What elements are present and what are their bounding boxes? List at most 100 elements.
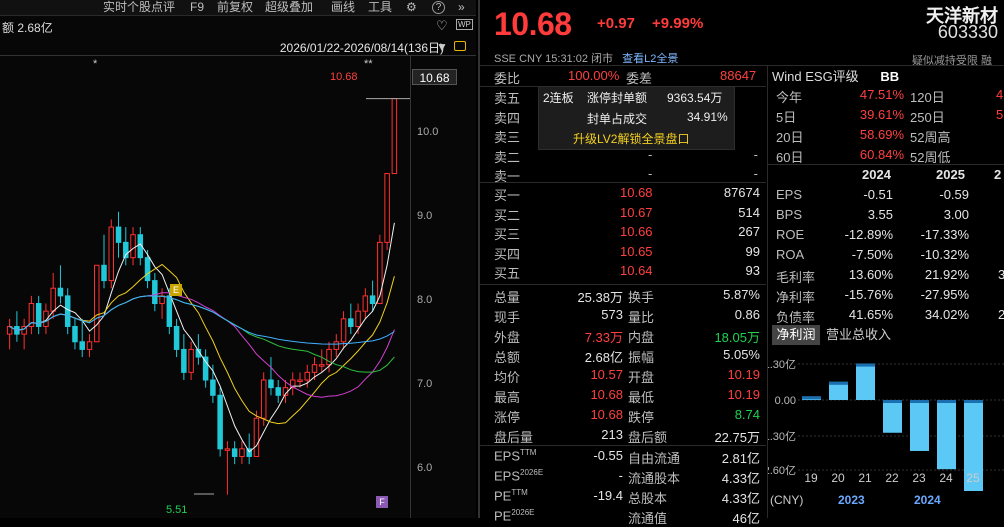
tab-revenue[interactable]: 营业总收入 [826,325,891,345]
expand-icon[interactable]: » [458,0,465,15]
settings-icon[interactable]: ⚙ [406,0,417,15]
seal-label: 涨停封单额 [587,91,648,105]
fund-label: 流通股本 [628,471,681,486]
mini-bar [883,400,902,433]
metric-value: -17.33% [920,227,969,242]
lock-icon[interactable] [454,41,466,51]
price-tick: 6.0 [417,462,433,474]
current-price-tag: 10.68 [412,69,457,85]
mini-x-tick: 23 [912,471,926,485]
buy-level-volume: 93 [745,263,760,278]
metric-value: 21.92% [924,267,969,282]
period-return: 58.69% [859,127,904,142]
esg-rating-value: BB [880,69,900,84]
fund-value: -0.55 [593,448,623,463]
l2-panel[interactable]: 2连板 涨停封单额 9363.54万 封单占成交 34.91% 升级LV2解锁全… [538,86,735,150]
period-label: 5日 [776,110,797,125]
stat-value: 213 [601,427,623,442]
commission-ratio-label: 委比 [494,71,521,86]
fund-label: 总股本 [628,491,668,506]
l2-view-link[interactable]: 查看L2全景 [622,53,678,65]
upgrade-l2-button[interactable]: 升级LV2解锁全景盘口 [573,130,689,147]
period-return: 47.51% [859,87,904,102]
market-info: SSE CNY 15:31:02 闭市 查看L2全景 [494,50,678,66]
stat-value: 5.05% [723,347,760,362]
commission-ratio: 100.00% [568,68,620,83]
sell-level-label: 卖二 [494,149,521,165]
candle-body [130,234,136,259]
candle-body [115,226,122,243]
buy-level-label: 买一 [494,188,521,203]
stat-label: 外盘 [494,330,521,345]
metric-value: -15.76% [844,287,893,302]
commission-diff-label: 委差 [626,71,653,86]
metric-value: -12.89% [844,227,893,242]
period-label: 20日 [776,130,804,145]
price-change-pct: +9.99% [652,15,704,32]
buy-level-price: 10.68 [620,185,653,200]
stat-label: 换手 [628,290,655,305]
stat-label: 涨停 [494,410,521,425]
sell-level-volume: - [753,166,758,181]
period-label: 52周高 [910,130,951,145]
buy-level-volume: 267 [738,224,760,239]
dropdown-arrow-icon[interactable]: ▼ [436,40,448,54]
candle-body [57,287,64,297]
toolbar-item-f9[interactable]: F9 [190,0,204,15]
candle-body [369,295,376,305]
metric-value: 34.02% [924,307,969,322]
metric-name: ROE [776,227,805,242]
candle-body [268,379,274,389]
candle-body [319,364,325,367]
toolbar-item-tools[interactable]: 工具 [368,0,392,15]
fund-label-suffix: 2026E [511,508,535,517]
mini-x-tick: 24 [939,471,953,485]
mini-y-tick: -2.60亿 [768,464,796,477]
stat-label: 跌停 [628,410,655,425]
buy-level-volume: 514 [738,204,760,220]
wp-icon[interactable]: WP [456,19,473,30]
tab-net-profit[interactable]: 净利润 [772,325,820,345]
stat-label: 总量 [494,290,521,305]
candle-body [79,341,85,350]
star-marker: * [93,58,98,70]
fund-label: PETTM [494,488,528,504]
mini-bar-cap [829,381,848,385]
profit-tabs: 净利润 营业总收入 [772,325,1004,345]
date-range[interactable]: 2026/01/22-2026/08/14(136日) [280,39,444,56]
kline-panel[interactable]: 实时个股点评 F9 前复权 超级叠加 画线 工具 ⚙ ? » 额 2.68亿 ♡… [0,0,476,518]
candle-body [253,417,260,457]
fund-label-suffix: 2026E [520,468,544,477]
net-profit-chart: 1.30亿 0.00 -1.30亿 -2.60亿 19 20 21 22 23 24 25 (CNY)… [768,358,1004,507]
mini-bar-cap [964,400,983,403]
candle-body [181,348,187,373]
candle-body [152,280,158,305]
help-icon[interactable]: ? [432,1,445,14]
sell-level-price: - [648,146,653,162]
event-marker-e[interactable]: E [170,284,182,296]
kline-chart[interactable] [0,56,410,518]
mini-bar-cap [910,400,929,403]
toolbar-item-overlay[interactable]: 超级叠加 [265,0,313,15]
stat-value: 22.75万 [714,430,760,445]
sell-level-volume: - [753,146,758,162]
toolbar-item-draw[interactable]: 画线 [331,0,355,15]
metric-value: -10.32% [920,247,969,262]
pulse-icon[interactable]: ♡ [436,18,448,34]
candle-body [355,310,361,327]
event-marker-f[interactable]: F [376,496,388,508]
stat-value: 5.87% [723,287,760,302]
candle-body [166,295,173,327]
fund-value: 4.33亿 [721,471,760,486]
metric-value: -7.50% [851,247,893,262]
fund-label: 自由流通 [628,451,681,466]
mini-bar-cap [937,400,956,403]
metric-value: 2 [998,307,1004,322]
toolbar-item-stock-comment[interactable]: 实时个股点评 [103,0,175,15]
candle-body [384,173,390,243]
candle-body [50,287,56,312]
toolbar-item-adjust[interactable]: 前复权 [217,0,253,15]
metric-value: 3 [998,267,1004,282]
candle-body [108,226,115,282]
fund-value: 2.81亿 [721,451,760,466]
